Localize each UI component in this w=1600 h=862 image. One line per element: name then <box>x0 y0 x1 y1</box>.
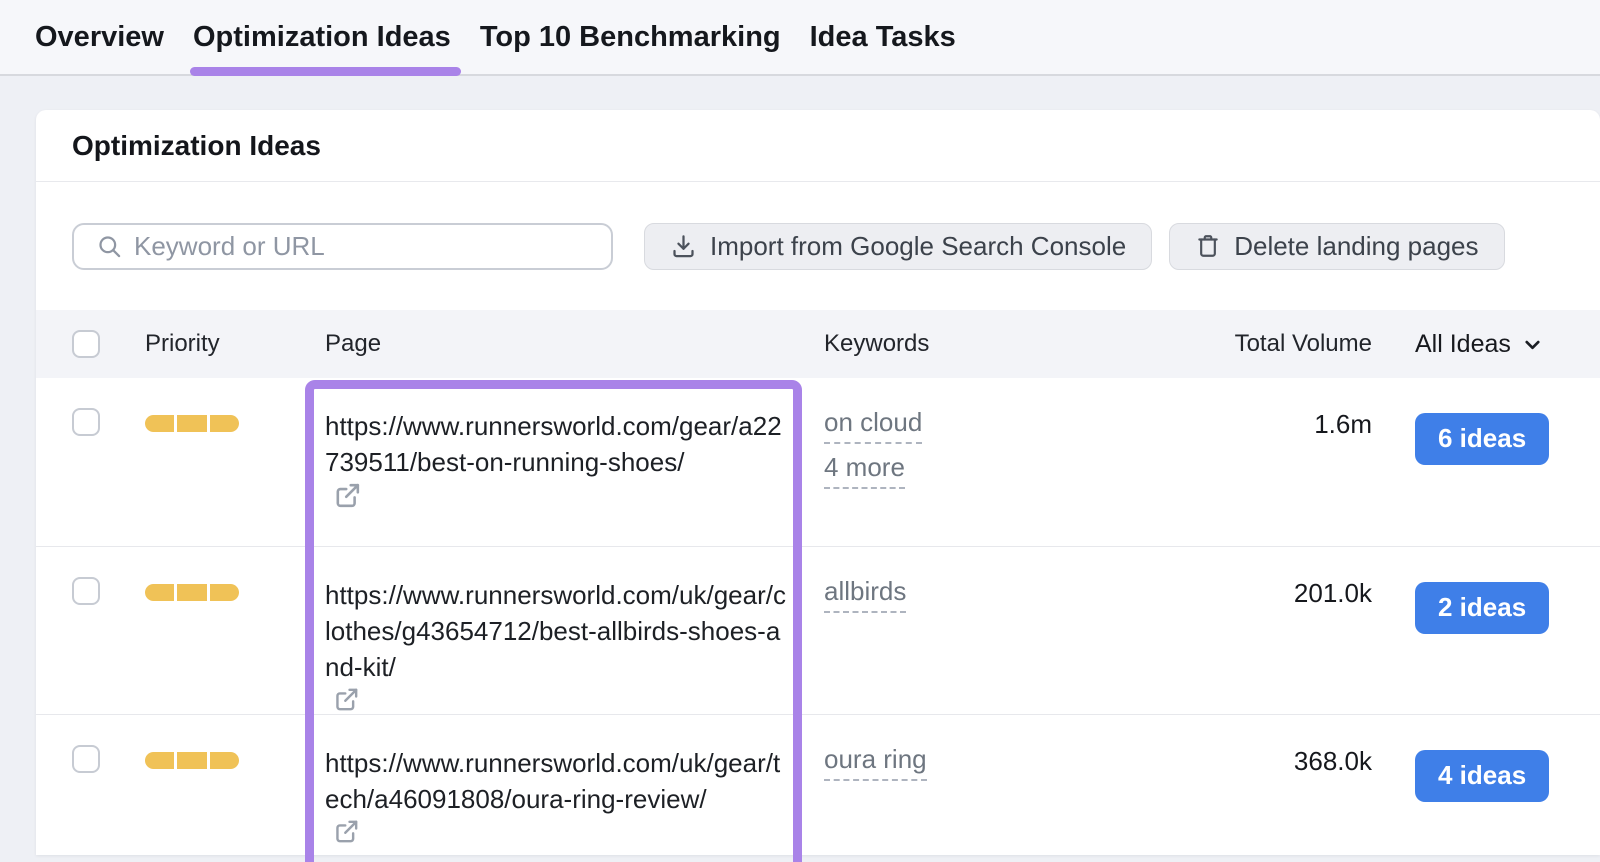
toolbar: Import from Google Search Console Delete… <box>36 182 1600 310</box>
tab-optimization-ideas[interactable]: Optimization Ideas <box>193 0 451 74</box>
download-icon <box>670 233 697 260</box>
column-header-total-volume: Total Volume <box>1124 330 1372 358</box>
page-url[interactable]: https://www.runnersworld.com/uk/gear/tec… <box>325 745 787 846</box>
row-checkbox[interactable] <box>72 408 100 436</box>
keyword-link[interactable]: on cloud <box>824 409 922 444</box>
priority-indicator <box>145 752 239 769</box>
ideas-filter-label: All Ideas <box>1415 330 1511 359</box>
external-link-icon[interactable] <box>332 685 361 714</box>
total-volume-value: 201.0k <box>1124 547 1372 609</box>
page-url[interactable]: https://www.runnersworld.com/gear/a22739… <box>325 408 787 511</box>
keyword-link[interactable]: oura ring <box>824 746 927 781</box>
select-all-checkbox[interactable] <box>72 330 100 358</box>
card-header: Optimization Ideas <box>36 110 1600 182</box>
chevron-down-icon <box>1521 333 1544 356</box>
delete-landing-pages-label: Delete landing pages <box>1234 231 1478 262</box>
priority-indicator <box>145 584 239 601</box>
priority-indicator <box>145 415 239 432</box>
optimization-ideas-card: Optimization Ideas Import from Google Se… <box>36 110 1600 855</box>
import-gsc-label: Import from Google Search Console <box>710 231 1126 262</box>
tab-bar: Overview Optimization Ideas Top 10 Bench… <box>0 0 1600 76</box>
tab-idea-tasks[interactable]: Idea Tasks <box>810 0 956 74</box>
table-row: https://www.runnersworld.com/uk/gear/clo… <box>36 546 1600 714</box>
active-tab-underline <box>190 67 461 76</box>
optimization-ideas-screen: Overview Optimization Ideas Top 10 Bench… <box>0 0 1600 862</box>
tab-idea-tasks-label: Idea Tasks <box>810 21 956 54</box>
page-url[interactable]: https://www.runnersworld.com/uk/gear/clo… <box>325 577 787 714</box>
column-header-keywords: Keywords <box>824 330 1124 358</box>
table-row: https://www.runnersworld.com/uk/gear/tec… <box>36 714 1600 862</box>
ideas-filter-dropdown[interactable]: All Ideas <box>1372 330 1564 359</box>
trash-icon <box>1195 233 1221 259</box>
tab-optimization-ideas-label: Optimization Ideas <box>193 21 451 54</box>
external-link-icon[interactable] <box>332 480 363 511</box>
page-title: Optimization Ideas <box>72 130 321 162</box>
row-checkbox[interactable] <box>72 745 100 773</box>
search-input-wrapper[interactable] <box>72 223 613 270</box>
table-row: https://www.runnersworld.com/gear/a22739… <box>36 378 1600 546</box>
total-volume-value: 1.6m <box>1124 378 1372 440</box>
table-header-row: Priority Page Keywords Total Volume All … <box>36 310 1600 378</box>
ideas-count-button[interactable]: 4 ideas <box>1415 750 1549 802</box>
search-icon <box>96 233 123 260</box>
ideas-count-button[interactable]: 6 ideas <box>1415 413 1549 465</box>
keyword-more-link[interactable]: 4 more <box>824 454 905 489</box>
search-input[interactable] <box>134 231 593 262</box>
import-gsc-button[interactable]: Import from Google Search Console <box>644 223 1152 270</box>
tab-overview-label: Overview <box>35 21 164 54</box>
tab-top-10-benchmarking[interactable]: Top 10 Benchmarking <box>480 0 781 74</box>
column-header-priority: Priority <box>145 330 325 358</box>
keyword-link[interactable]: allbirds <box>824 578 906 613</box>
total-volume-value: 368.0k <box>1124 715 1372 777</box>
tab-top-10-benchmarking-label: Top 10 Benchmarking <box>480 21 781 54</box>
external-link-icon[interactable] <box>332 817 361 846</box>
delete-landing-pages-button[interactable]: Delete landing pages <box>1169 223 1504 270</box>
tab-overview[interactable]: Overview <box>35 0 164 74</box>
column-header-page: Page <box>325 330 824 358</box>
ideas-count-button[interactable]: 2 ideas <box>1415 582 1549 634</box>
row-checkbox[interactable] <box>72 577 100 605</box>
